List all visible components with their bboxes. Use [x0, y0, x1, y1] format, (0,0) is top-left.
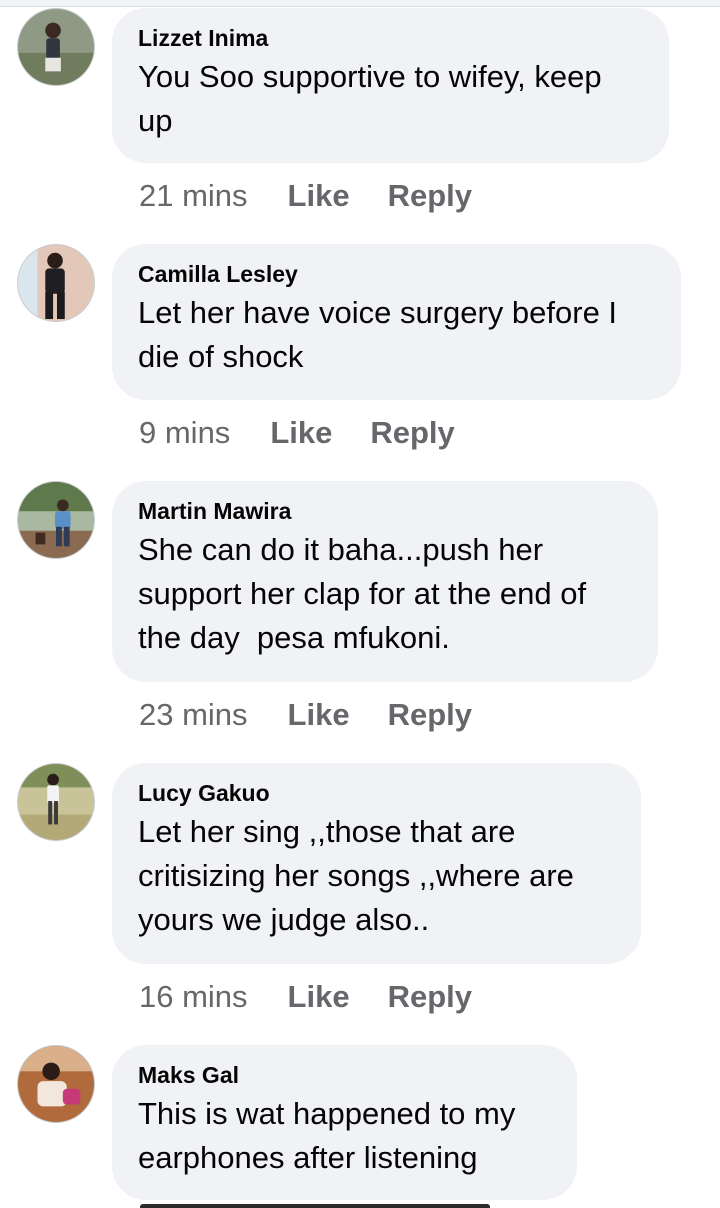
comment-author[interactable]: Camilla Lesley	[138, 261, 655, 287]
comment-time: 21 mins	[139, 178, 248, 213]
comment-bubble: Maks Gal This is wat happened to my earp…	[112, 1045, 577, 1200]
reply-button[interactable]: Reply	[388, 178, 472, 214]
comment-bubble: Camilla Lesley Let her have voice surger…	[112, 244, 681, 400]
comment-text: She can do it baha...push her support he…	[138, 532, 587, 655]
comment-text: You Soo supportive to wifey, keep up	[138, 59, 602, 138]
top-divider	[0, 0, 720, 7]
comment-actions: 23 mins Like Reply	[139, 697, 472, 733]
profile-photo-icon	[18, 1046, 94, 1122]
comment-bubble: Lizzet Inima You Soo supportive to wifey…	[112, 8, 669, 163]
like-button[interactable]: Like	[270, 415, 332, 451]
attachment-preview-edge	[140, 1204, 490, 1208]
comment-actions: 21 mins Like Reply	[139, 178, 472, 214]
comment-bubble: Martin Mawira She can do it baha...push …	[112, 481, 658, 682]
comment-time: 9 mins	[139, 415, 231, 450]
profile-photo-icon	[18, 245, 94, 321]
comment-author[interactable]: Maks Gal	[138, 1062, 551, 1088]
comment-text: This is wat happened to my earphones aft…	[138, 1096, 516, 1175]
comment-actions: 9 mins Like Reply	[139, 415, 455, 451]
reply-button[interactable]: Reply	[388, 697, 472, 733]
avatar[interactable]	[17, 481, 95, 559]
profile-photo-icon	[18, 9, 94, 85]
reply-button[interactable]: Reply	[370, 415, 454, 451]
avatar[interactable]	[17, 763, 95, 841]
profile-photo-icon	[18, 482, 94, 558]
comment-author[interactable]: Martin Mawira	[138, 498, 632, 524]
avatar[interactable]	[17, 244, 95, 322]
comment-actions: 16 mins Like Reply	[139, 979, 472, 1015]
like-button[interactable]: Like	[288, 979, 350, 1015]
like-button[interactable]: Like	[288, 697, 350, 733]
comment-author[interactable]: Lizzet Inima	[138, 25, 643, 51]
avatar[interactable]	[17, 8, 95, 86]
comment-time: 16 mins	[139, 979, 248, 1014]
comment-text: Let her sing ,,those that are critisizin…	[138, 814, 574, 937]
comment-bubble: Lucy Gakuo Let her sing ,,those that are…	[112, 763, 641, 964]
comment-text: Let her have voice surgery before I die …	[138, 295, 618, 374]
comment-time: 23 mins	[139, 697, 248, 732]
avatar[interactable]	[17, 1045, 95, 1123]
profile-photo-icon	[18, 764, 94, 840]
comment-author[interactable]: Lucy Gakuo	[138, 780, 615, 806]
like-button[interactable]: Like	[288, 178, 350, 214]
reply-button[interactable]: Reply	[388, 979, 472, 1015]
